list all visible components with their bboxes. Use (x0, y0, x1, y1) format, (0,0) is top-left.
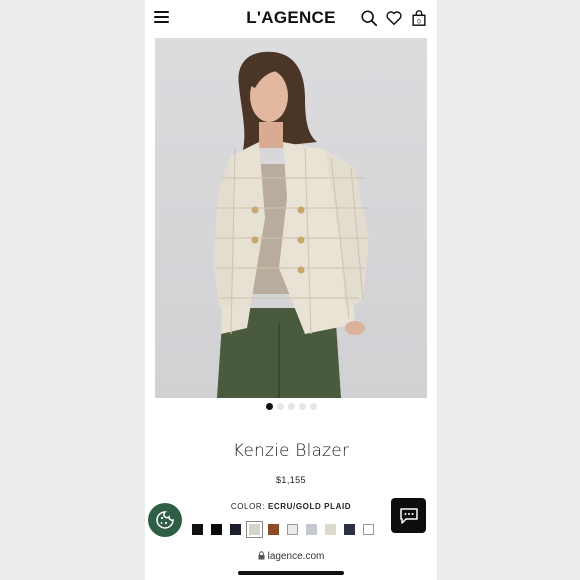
color-swatch[interactable] (344, 524, 355, 535)
lock-icon (258, 551, 265, 563)
color-swatch[interactable] (246, 521, 263, 538)
gallery-dot[interactable] (309, 403, 317, 410)
color-swatch[interactable] (192, 524, 203, 535)
color-swatch[interactable] (268, 524, 279, 535)
browser-url-bar[interactable]: lagence.com (145, 551, 437, 563)
color-swatch[interactable] (287, 524, 298, 535)
search-icon[interactable] (360, 9, 378, 27)
product-image[interactable] (155, 38, 427, 398)
color-label-text: COLOR: (230, 502, 266, 511)
chat-button[interactable] (391, 498, 426, 533)
gallery-dot[interactable] (287, 403, 295, 410)
product-title: Kenzie Blazer (232, 441, 350, 461)
heart-icon[interactable] (385, 9, 403, 27)
color-swatch[interactable] (363, 524, 374, 535)
gallery-pagination[interactable] (145, 403, 437, 410)
gallery-dot[interactable] (298, 403, 306, 410)
cookie-icon (156, 511, 174, 529)
svg-text:0: 0 (417, 18, 421, 25)
color-swatch[interactable] (230, 524, 241, 535)
product-price: $1,155 (276, 475, 306, 485)
home-indicator[interactable] (238, 571, 344, 575)
color-swatches (192, 521, 374, 538)
site-header: L'AGENCE 0 (145, 0, 437, 36)
gallery-dot[interactable] (265, 403, 273, 410)
cookie-settings-button[interactable] (148, 503, 182, 537)
color-swatch[interactable] (306, 524, 317, 535)
color-value: ECRU/GOLD PLAID (267, 502, 352, 511)
phone-screen: L'AGENCE 0 Kenzie Blazer $1,155 COLOR: E… (145, 0, 437, 580)
url-text: lagence.com (267, 551, 325, 562)
bag-icon[interactable]: 0 (410, 9, 428, 27)
color-swatch[interactable] (211, 524, 222, 535)
color-swatch[interactable] (325, 524, 336, 535)
chat-icon (399, 507, 418, 524)
gallery-dot[interactable] (276, 403, 284, 410)
